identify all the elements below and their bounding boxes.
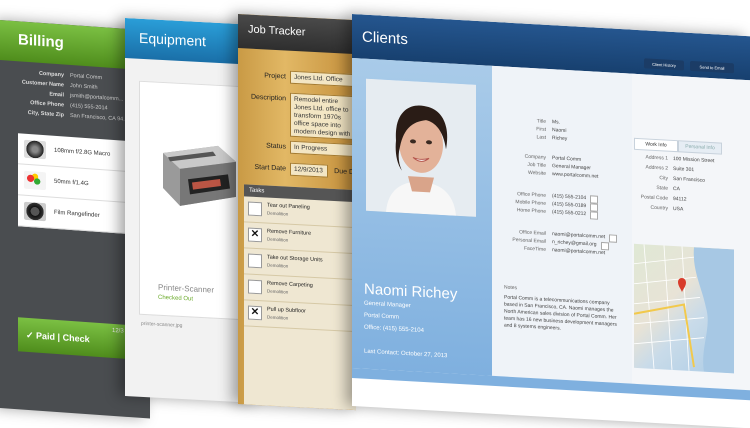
task-checkbox[interactable]: [248, 201, 262, 217]
field-label: City, State Zip: [27, 109, 64, 119]
checkbox[interactable]: [590, 211, 599, 220]
task-category: Demolition: [267, 236, 289, 243]
notes-text[interactable]: Portal Comm is a telecommunications comp…: [504, 294, 622, 336]
tab-work-info[interactable]: Work Info: [634, 137, 678, 153]
detail-value[interactable]: Naomi: [552, 127, 566, 134]
field-value[interactable]: John Smith: [70, 83, 98, 91]
client-portrait-image: [366, 78, 476, 217]
map-image: [634, 244, 734, 374]
client-office-phone: Office: (415) 555-2104: [364, 324, 424, 335]
project-row: Project Jones Ltd. Office: [238, 68, 356, 88]
start-date-field[interactable]: 12/9/2013: [290, 162, 328, 178]
equipment-file-name: printer-scanner.jpg: [141, 320, 183, 330]
list-item-label: 50mm f/1.4G: [54, 178, 89, 188]
clients-window: Clients Client History Send to Email Nao…: [352, 14, 750, 428]
paid-date: 12/3: [112, 327, 124, 335]
task-title: Remove Carpeting: [267, 280, 313, 289]
status-field[interactable]: In Progress: [290, 140, 356, 158]
list-item[interactable]: Film Rangefinder: [18, 195, 132, 235]
project-field[interactable]: Jones Ltd. Office: [290, 70, 356, 88]
field-value[interactable]: San Francisco, CA 94...: [70, 113, 128, 123]
billing-item-list: 108mm f/2.8G Macro 50mm f/1.4G Film Rang…: [18, 133, 132, 235]
client-role: General Manager: [364, 300, 411, 310]
task-category: Demolition: [267, 210, 289, 217]
client-details-panel: [492, 65, 632, 384]
field-label: Customer Name: [21, 79, 64, 89]
address-value[interactable]: 94112: [673, 196, 687, 203]
description-label: Description: [250, 93, 286, 103]
address-value[interactable]: Suite 301: [673, 166, 694, 173]
field-label: Email: [49, 91, 64, 99]
list-item-label: 108mm f/2.8G Macro: [54, 147, 111, 158]
client-photo: [366, 78, 476, 217]
project-label: Project: [264, 72, 286, 81]
start-date-label: Start Date: [254, 163, 286, 173]
printer-scanner-image: [163, 145, 236, 206]
task-title: Pull up Subfloor: [267, 306, 306, 315]
detail-value[interactable]: Richey: [552, 135, 567, 142]
notes-label: Notes: [504, 284, 518, 292]
task-category: Demolition: [267, 314, 289, 321]
client-company: Portal Comm: [364, 312, 400, 321]
paid-check-button[interactable]: ✓ Paid | Check: [18, 317, 128, 359]
task-row[interactable]: ✕ Pull up Subfloor Demolition: [244, 300, 356, 333]
task-checkbox-checked[interactable]: ✕: [248, 305, 262, 321]
job-tracker-window: Job Tracker Project Jones Ltd. Office De…: [238, 14, 356, 411]
address-value[interactable]: USA: [673, 206, 683, 213]
tasks-panel: Tasks Tear out Paneling Demolition ✕ Remo…: [244, 184, 356, 411]
task-title: Tear out Paneling: [267, 202, 310, 211]
client-last-contact: Last Contact: October 27, 2013: [364, 348, 448, 360]
client-location-map[interactable]: [634, 243, 734, 374]
task-category: Demolition: [267, 262, 289, 269]
task-title: Remove Furniture: [267, 228, 312, 237]
task-checkbox[interactable]: [248, 279, 262, 295]
equipment-name: Printer-Scanner: [158, 282, 215, 295]
client-profile-panel: Naomi Richey General Manager Portal Comm…: [352, 58, 492, 376]
list-item-label: Film Rangefinder: [54, 209, 100, 219]
client-name: Naomi Richey: [364, 280, 458, 303]
status-row: Status In Progress: [238, 138, 356, 158]
field-label: Company: [38, 70, 64, 79]
status-label: Status: [266, 142, 286, 151]
address-value[interactable]: CA: [673, 186, 680, 192]
field-value[interactable]: Portal Comm: [70, 73, 102, 81]
tab-personal-info[interactable]: Personal Info: [678, 140, 722, 155]
detail-value[interactable]: Ms.: [552, 119, 560, 125]
field-value[interactable]: (415) 555-2014: [70, 103, 108, 112]
task-category: Demolition: [267, 288, 289, 295]
equipment-status: Checked Out: [158, 294, 194, 303]
description-row: Description Remodel entire Jones Ltd. of…: [238, 90, 356, 141]
task-checkbox-checked[interactable]: ✕: [248, 227, 262, 243]
job-tracker-title: Job Tracker: [238, 14, 356, 55]
lens-caps-icon: [24, 170, 46, 191]
description-field[interactable]: Remodel entire Jones Ltd. office to tran…: [290, 92, 356, 141]
lens-icon: [24, 139, 46, 160]
equipment-photo-panel: Printer-Scanner Checked Out: [139, 80, 253, 321]
field-label: Office Phone: [30, 100, 64, 109]
camera-icon: [24, 201, 46, 222]
task-checkbox[interactable]: [248, 253, 262, 269]
field-value[interactable]: jsmith@portalcomm...: [70, 93, 123, 103]
checkbox[interactable]: [609, 234, 618, 243]
start-date-row: Start Date 12/9/2013 Due D: [238, 160, 356, 179]
